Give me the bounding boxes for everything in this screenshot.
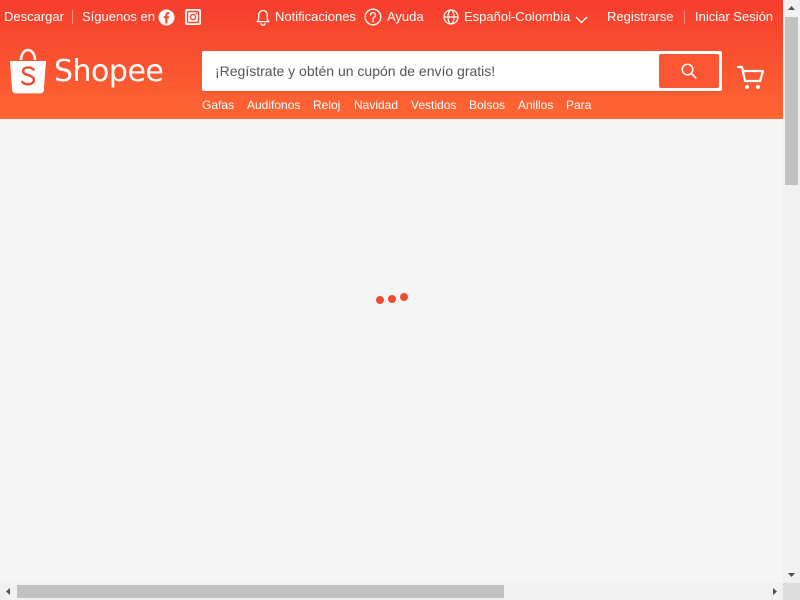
navbar-divider [684,10,685,24]
instagram-icon[interactable] [185,9,201,25]
facebook-icon[interactable] [158,9,175,26]
bell-icon[interactable] [256,9,270,26]
horizontal-scrollbar[interactable] [0,583,783,600]
top-navbar: Descargar Síguenos en Notificaciones Ayu… [0,0,783,34]
suggestion-link[interactable]: Navidad [354,98,398,112]
cart-button[interactable] [736,62,766,92]
scroll-right-arrow-icon[interactable] [766,583,783,600]
suggestion-link[interactable]: Anillos [518,98,553,112]
loader-dot [388,295,396,303]
language-selector[interactable]: Español-Colombia [464,9,570,25]
download-link[interactable]: Descargar [4,9,64,25]
vertical-scrollbar[interactable] [783,0,800,583]
register-link[interactable]: Registrarse [607,9,673,25]
loader-dot [400,293,408,301]
suggestion-link[interactable]: Reloj [313,98,340,112]
search-bar [202,51,722,91]
globe-icon[interactable] [443,9,459,25]
search-button[interactable] [659,54,719,88]
horizontal-scroll-thumb[interactable] [17,585,504,598]
vertical-scroll-thumb[interactable] [785,17,798,185]
cart-icon [736,65,765,89]
search-icon [681,63,697,79]
logo-wordmark: Shopee [54,54,164,89]
search-input[interactable] [212,51,658,91]
site-header: Descargar Síguenos en Notificaciones Ayu… [0,0,783,119]
follow-us-label: Síguenos en [82,9,156,24]
suggestion-link[interactable]: Bolsos [469,98,505,112]
login-link[interactable]: Iniciar Sesión [695,9,773,25]
notifications-link[interactable]: Notificaciones [275,9,356,25]
scroll-up-arrow-icon[interactable] [783,0,800,17]
navbar-divider [72,10,73,24]
help-link[interactable]: Ayuda [387,9,424,25]
browser-viewport: Descargar Síguenos en Notificaciones Ayu… [0,0,800,600]
suggestion-link[interactable]: Para [566,98,591,112]
help-circle-icon[interactable] [364,8,382,26]
scroll-left-arrow-icon[interactable] [0,583,17,600]
shopping-bag-icon [10,48,46,94]
loading-dots-icon [374,292,414,306]
suggestion-link[interactable]: Audifonos [247,98,300,112]
suggestion-link[interactable]: Vestidos [411,98,456,112]
shopee-logo[interactable]: Shopee [8,48,164,96]
scrollbar-corner [783,583,800,600]
scroll-down-arrow-icon[interactable] [783,566,800,583]
chevron-down-icon[interactable] [575,12,588,24]
page: Descargar Síguenos en Notificaciones Ayu… [0,0,783,583]
loader-dot [376,296,384,304]
suggestion-link[interactable]: Gafas [202,98,234,112]
